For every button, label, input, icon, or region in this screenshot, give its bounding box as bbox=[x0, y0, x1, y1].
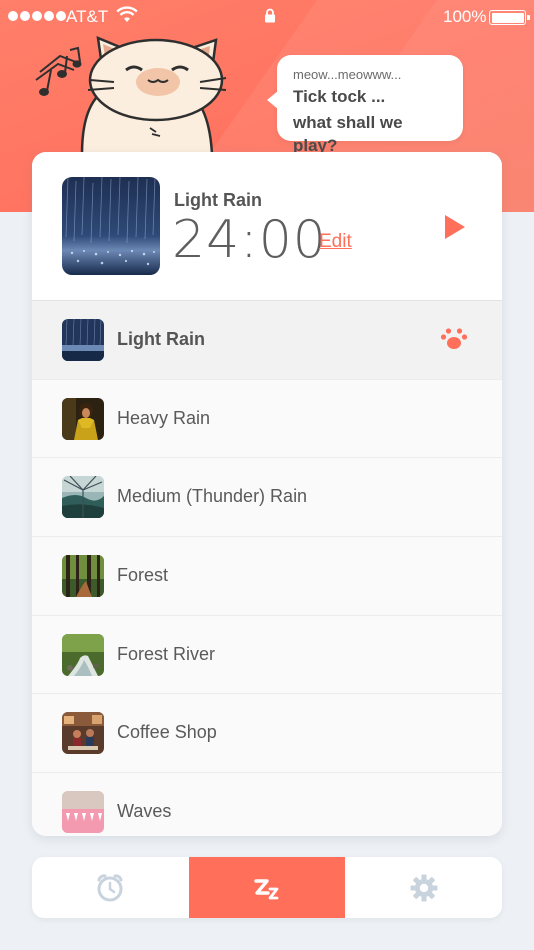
play-icon[interactable] bbox=[444, 214, 466, 240]
alarm-clock-icon bbox=[97, 873, 123, 901]
tab-settings[interactable] bbox=[345, 857, 502, 918]
timer-display: 24:00 bbox=[172, 210, 327, 270]
cat-mascot-icon bbox=[35, 36, 227, 154]
sound-label: Heavy Rain bbox=[117, 407, 211, 428]
list-item[interactable]: Medium (Thunder) Rain bbox=[32, 458, 502, 538]
sleep-zz-icon bbox=[254, 878, 279, 899]
now-playing-title: Light Rain bbox=[174, 190, 262, 210]
signal-strength-icon bbox=[8, 11, 66, 21]
forest-river-thumbnail bbox=[62, 633, 104, 676]
carrier-label: AT&T bbox=[66, 7, 109, 26]
light-rain-thumbnail bbox=[62, 319, 104, 361]
battery-percent: 100% bbox=[443, 7, 487, 26]
tab-bar bbox=[32, 857, 502, 918]
list-item[interactable]: Light Rain bbox=[32, 301, 502, 380]
heavy-rain-thumbnail bbox=[62, 397, 104, 440]
edit-timer-link[interactable]: Edit bbox=[319, 231, 352, 253]
tab-sleep[interactable] bbox=[188, 857, 346, 918]
sound-label: Forest bbox=[117, 565, 169, 586]
wifi-icon bbox=[116, 6, 138, 22]
list-item[interactable]: Forest bbox=[32, 537, 502, 616]
now-playing-panel: Light Rain 24:00 Edit bbox=[32, 152, 502, 301]
bubble-subtitle: meow...meowww... bbox=[293, 67, 402, 82]
bubble-title-line1: Tick tock ... bbox=[293, 87, 386, 106]
bubble-title-line2: what shall we play? bbox=[293, 113, 403, 155]
sound-card: Light Rain 24:00 Edit Light Rain Heavy R… bbox=[32, 152, 502, 836]
gear-icon bbox=[410, 874, 438, 901]
coffee-shop-thumbnail bbox=[62, 712, 104, 755]
sound-label: Waves bbox=[117, 801, 172, 822]
tab-alarm[interactable] bbox=[32, 857, 189, 918]
forest-thumbnail bbox=[62, 555, 104, 598]
speech-bubble: meow...meowww... Tick tock ... what shal… bbox=[267, 55, 463, 155]
sound-label: Coffee Shop bbox=[117, 722, 217, 743]
sound-label: Light Rain bbox=[117, 329, 205, 349]
status-bar: AT&T 100% bbox=[0, 0, 534, 34]
lock-icon bbox=[265, 8, 275, 23]
now-playing-thumbnail bbox=[62, 177, 160, 275]
waves-thumbnail bbox=[62, 791, 104, 834]
paw-selected-icon bbox=[440, 328, 468, 349]
battery-icon bbox=[489, 10, 530, 25]
list-item[interactable]: Coffee Shop bbox=[32, 694, 502, 774]
sound-list: Light Rain Heavy Rain Medium (Thunder) R… bbox=[32, 301, 502, 836]
list-item[interactable]: Heavy Rain bbox=[32, 379, 502, 459]
list-item[interactable]: Waves bbox=[32, 773, 502, 836]
list-item[interactable]: Forest River bbox=[32, 615, 502, 695]
sound-label: Medium (Thunder) Rain bbox=[117, 486, 308, 507]
thunder-rain-thumbnail bbox=[62, 476, 104, 519]
sound-label: Forest River bbox=[117, 643, 216, 664]
